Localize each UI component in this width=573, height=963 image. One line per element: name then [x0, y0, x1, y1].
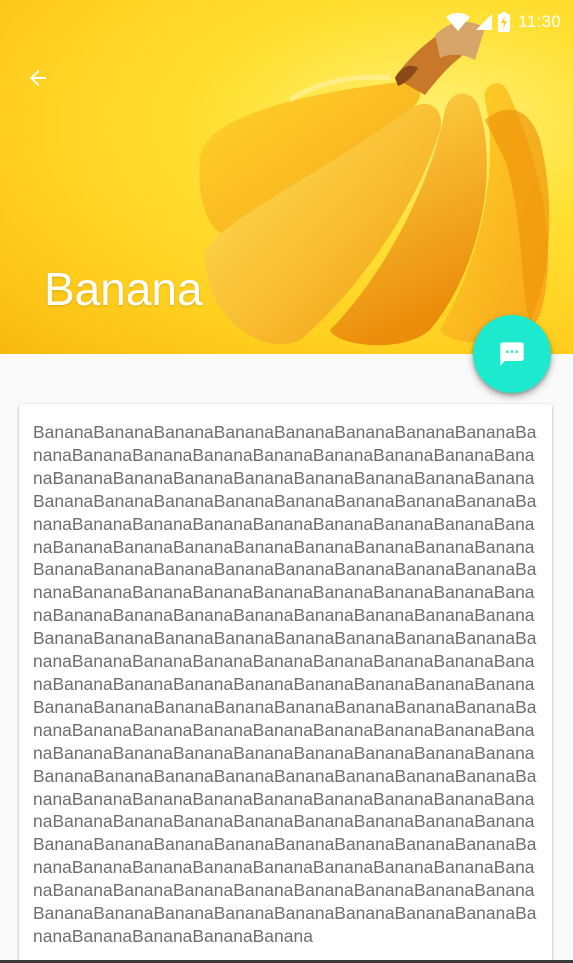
back-button[interactable]: [16, 56, 60, 100]
card-body-text: BananaBananaBananaBananaBananaBananaBana…: [33, 422, 537, 946]
status-icons: [446, 12, 511, 32]
content-card: BananaBananaBananaBananaBananaBananaBana…: [19, 404, 552, 963]
app-bar-header: 11:30 Banana: [0, 0, 573, 354]
arrow-back-icon: [30, 70, 46, 86]
message-fab-button[interactable]: [473, 315, 551, 393]
status-time: 11:30: [518, 12, 561, 31]
cell-signal-icon: [476, 14, 493, 30]
battery-charging-icon: [498, 12, 511, 32]
wifi-icon: [446, 13, 471, 31]
page-title: Banana: [44, 263, 203, 315]
status-bar: 11:30: [0, 0, 573, 44]
message-icon: [500, 342, 524, 366]
